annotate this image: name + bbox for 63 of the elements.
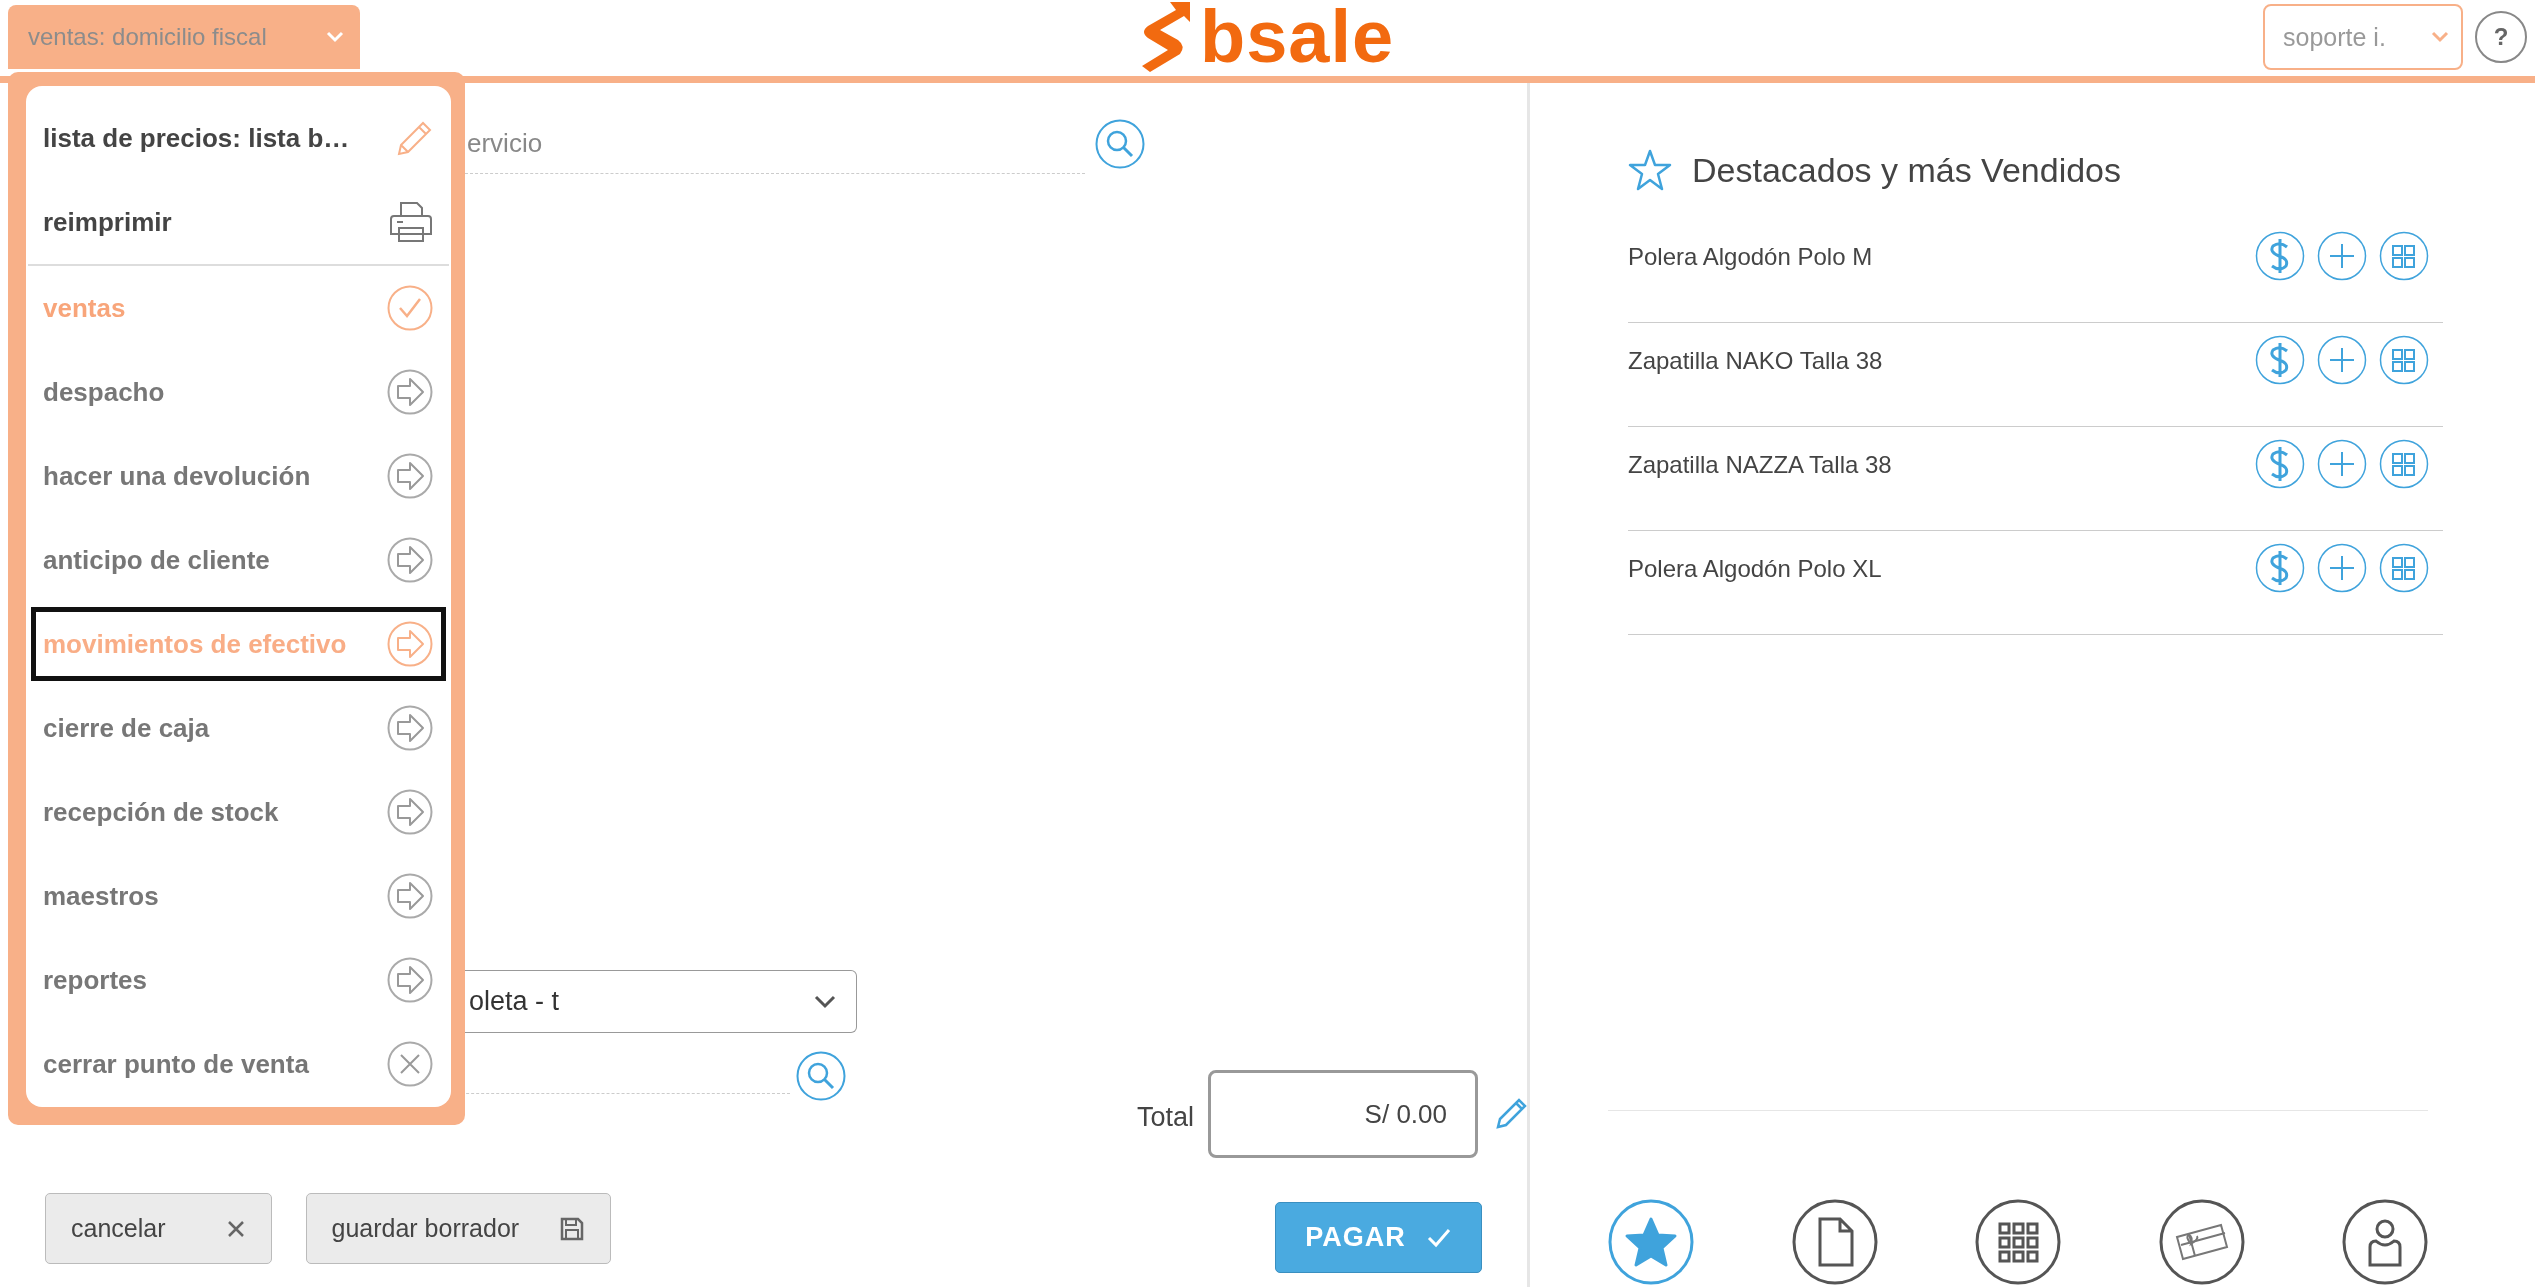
- star-icon: [1628, 149, 1672, 191]
- menu-item[interactable]: hacer una devolución: [26, 434, 451, 518]
- logo-text: bsale: [1200, 0, 1395, 74]
- variants-icon[interactable]: [2379, 543, 2429, 593]
- document-tab-icon[interactable]: [1791, 1199, 1878, 1285]
- variants-icon[interactable]: [2379, 335, 2429, 385]
- menu-item[interactable]: despacho: [26, 350, 451, 434]
- arrow-right-icon: [387, 621, 433, 667]
- menu-item[interactable]: reportes: [26, 938, 451, 1022]
- menu-item[interactable]: maestros: [26, 854, 451, 938]
- check-circle-icon: [387, 285, 433, 331]
- chevron-down-icon: [814, 994, 836, 1009]
- total-field: S/ 0.00: [1208, 1070, 1478, 1158]
- product-name[interactable]: Polera Algodón Polo M: [1628, 243, 1873, 271]
- menu-item[interactable]: anticipo de cliente: [26, 518, 451, 602]
- gift-card-tab-icon[interactable]: [2158, 1199, 2245, 1285]
- user-select[interactable]: soporte i.: [2263, 4, 2463, 70]
- search-field[interactable]: ervicio: [465, 113, 1085, 174]
- section-title: Destacados y más Vendidos: [1692, 150, 2122, 190]
- save-draft-button[interactable]: guardar borrador: [305, 1193, 612, 1264]
- search-icon[interactable]: [796, 1051, 846, 1101]
- arrow-right-icon: [387, 537, 433, 583]
- dollar-icon[interactable]: [2255, 439, 2305, 489]
- pay-button[interactable]: PAGAR: [1275, 1202, 1482, 1273]
- logo-icon: [1140, 0, 1192, 74]
- product-name[interactable]: Zapatilla NAKO Talla 38: [1628, 347, 1883, 375]
- document-select[interactable]: oleta - t: [465, 970, 857, 1033]
- star-tab-icon[interactable]: [1608, 1199, 1694, 1285]
- user-tab-icon[interactable]: [2342, 1199, 2428, 1285]
- arrow-right-icon: [387, 873, 433, 919]
- plus-icon[interactable]: [2317, 439, 2367, 489]
- plus-icon[interactable]: [2317, 335, 2367, 385]
- arrow-right-icon: [387, 705, 433, 751]
- dollar-icon[interactable]: [2255, 231, 2305, 281]
- menu-item[interactable]: reimprimir: [26, 180, 451, 264]
- arrow-right-icon: [387, 453, 433, 499]
- dollar-icon[interactable]: [2255, 543, 2305, 593]
- close-icon: [387, 1041, 433, 1087]
- arrow-right-icon: [387, 957, 433, 1003]
- total-label: Total: [1136, 1101, 1194, 1133]
- search-icon[interactable]: [1095, 118, 1145, 169]
- variants-icon[interactable]: [2379, 231, 2429, 281]
- plus-icon[interactable]: [2317, 231, 2367, 281]
- printer-icon: [389, 200, 433, 244]
- product-name[interactable]: Polera Algodón Polo XL: [1628, 555, 1882, 583]
- chevron-down-icon: [2431, 31, 2449, 43]
- product-name[interactable]: Zapatilla NAZZA Talla 38: [1628, 451, 1892, 479]
- menu-item[interactable]: lista de precios: lista b…: [26, 96, 451, 180]
- search-input[interactable]: ervicio: [465, 127, 1085, 159]
- menu-item[interactable]: cerrar punto de venta: [26, 1022, 451, 1106]
- help-button[interactable]: ?: [2475, 11, 2527, 63]
- plus-icon[interactable]: [2317, 543, 2367, 593]
- dollar-icon[interactable]: [2255, 335, 2305, 385]
- cancel-button[interactable]: cancelar: [45, 1193, 272, 1264]
- variants-icon[interactable]: [2379, 439, 2429, 489]
- arrow-right-icon: [387, 789, 433, 835]
- close-icon: [225, 1218, 246, 1239]
- arrow-right-icon: [387, 369, 433, 415]
- menu-item[interactable]: recepción de stock: [26, 770, 451, 854]
- grid-tab-icon[interactable]: [1975, 1199, 2061, 1285]
- check-icon: [1425, 1226, 1452, 1249]
- menu-item[interactable]: cierre de caja: [26, 686, 451, 770]
- chevron-down-icon: [326, 31, 344, 43]
